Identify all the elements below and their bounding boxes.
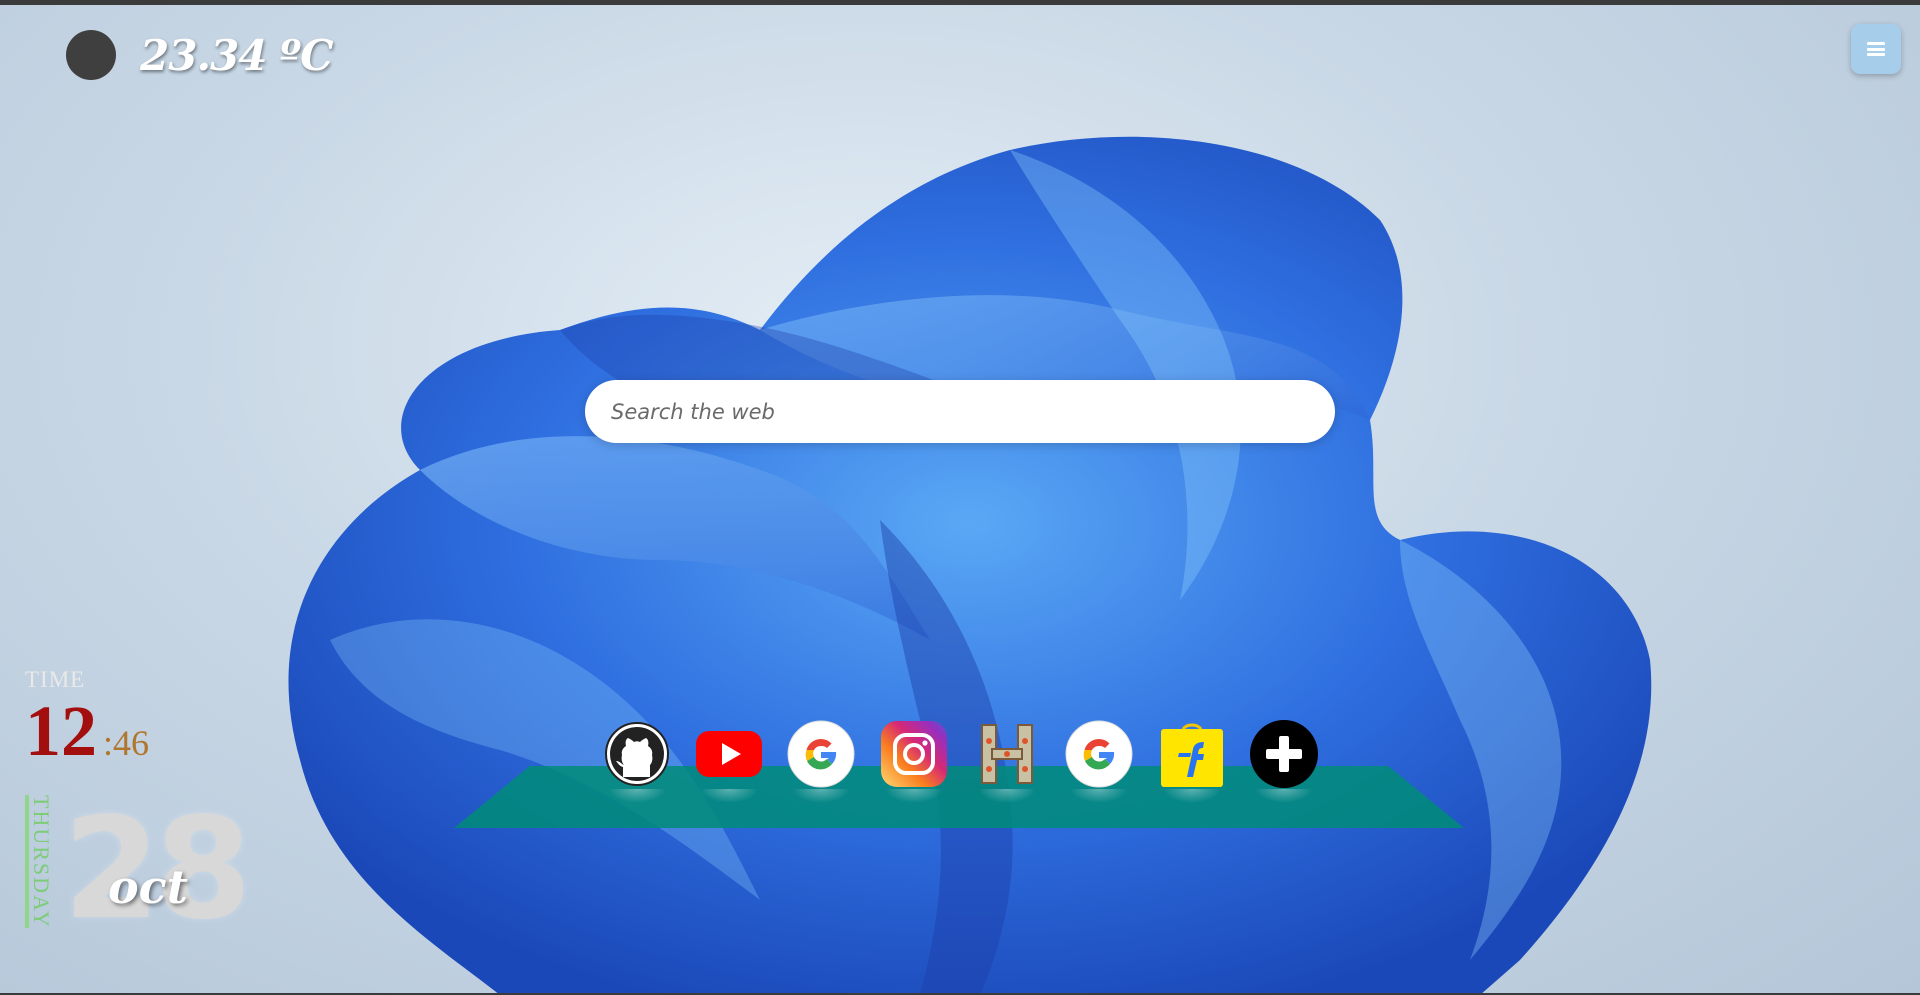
google-icon [787,720,855,788]
flipkart-icon [1161,723,1223,787]
temperature-value: 23.34 ºC [140,30,334,80]
hamburger-menu-icon [1867,42,1885,56]
h-letter-icon [981,724,1033,784]
menu-button[interactable] [1851,24,1901,74]
clock-widget: TIME 12 :46 [25,667,149,767]
shortcut-google-2[interactable] [1064,719,1134,803]
plus-icon [1250,720,1318,788]
time-display: 12 :46 [25,695,149,767]
shortcut-youtube[interactable] [694,719,764,803]
weather-icon [66,30,116,80]
instagram-icon [881,721,947,787]
clock-hour: 12 [25,691,97,771]
shortcut-instagram[interactable] [879,719,949,803]
date-month: oct [108,860,188,914]
github-icon [605,722,669,786]
clock-minute: :46 [103,723,150,763]
weekday-label: THURSDAY [29,795,54,929]
shortcut-h-site[interactable] [972,719,1042,803]
shortcut-github[interactable] [602,719,672,803]
time-label: TIME [25,667,86,692]
wallpaper-bloom [288,136,1652,995]
youtube-icon [696,731,762,777]
add-shortcut-button[interactable] [1249,719,1319,803]
shortcut-flipkart[interactable] [1157,719,1227,803]
weather-widget: 23.34 ºC [66,30,334,80]
search-input[interactable] [585,380,1335,443]
google-icon [1065,720,1133,788]
search-bar[interactable] [585,380,1335,443]
shortcut-google[interactable] [786,719,856,803]
